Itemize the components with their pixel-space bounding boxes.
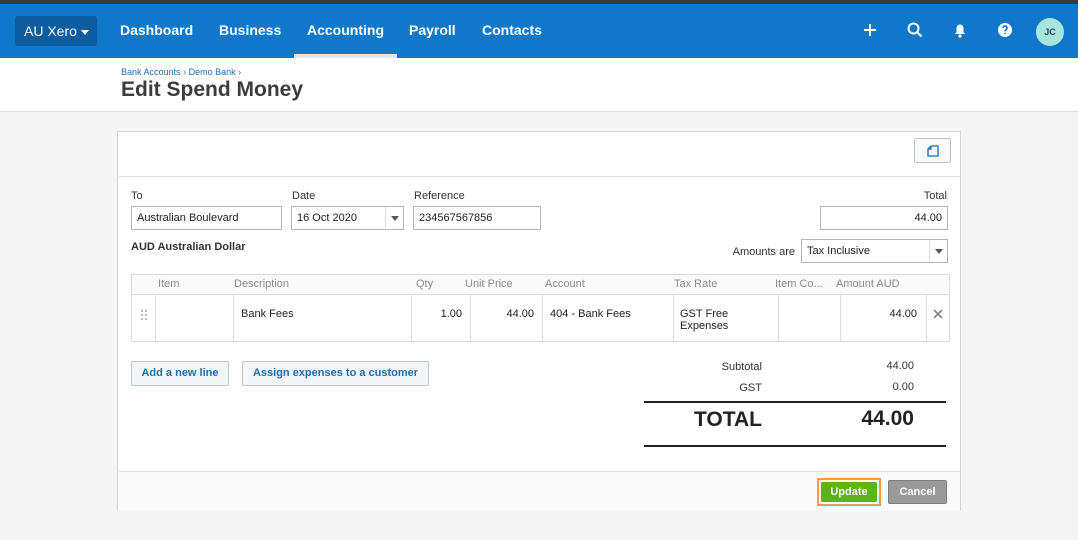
chevron-down-icon	[391, 216, 399, 221]
breadcrumb-separator: ›	[183, 67, 187, 77]
currency-label: AUD Australian Dollar	[131, 241, 246, 253]
header-qty: Qty	[416, 278, 434, 290]
org-name: AU Xero	[24, 23, 77, 39]
cell-divider	[233, 295, 234, 341]
breadcrumb: Bank Accounts › Demo Bank ›	[121, 67, 241, 77]
tax-rate-line1: GST Free	[680, 308, 729, 320]
header-description: Description	[234, 278, 290, 290]
tax-rate-cell[interactable]: GST Free Expenses	[680, 308, 728, 332]
subtotal-value: 44.00	[886, 360, 914, 372]
search-icon[interactable]	[903, 18, 927, 42]
total-label: Total	[923, 190, 947, 202]
page-title: Edit Spend Money	[121, 78, 304, 101]
plus-icon[interactable]	[858, 18, 882, 42]
header-item-code: Item Co...	[775, 278, 823, 290]
amounts-are-dropdown-button[interactable]	[929, 240, 947, 262]
chevron-down-icon	[80, 29, 89, 35]
subtotal-label: Subtotal	[721, 361, 762, 373]
spend-money-panel: To Australian Boulevard Date 16 Oct 2020…	[117, 131, 961, 511]
gst-value: 0.00	[892, 381, 914, 393]
cell-divider	[926, 295, 927, 341]
tax-rate-line2: Expenses	[680, 320, 729, 332]
drag-handle-icon[interactable]	[140, 309, 148, 323]
delete-line-icon[interactable]	[933, 309, 943, 319]
header-account: Account	[545, 278, 585, 290]
nav-accounting[interactable]: Accounting	[294, 4, 397, 58]
totals-divider-bottom	[644, 445, 946, 447]
date-dropdown-button[interactable]	[385, 207, 403, 229]
breadcrumb-separator: ›	[238, 67, 242, 77]
update-button[interactable]: Update	[821, 482, 877, 502]
item-code-cell[interactable]	[779, 295, 840, 341]
total-field[interactable]: 44.00	[820, 206, 948, 230]
nav-dashboard[interactable]: Dashboard	[120, 4, 193, 58]
qty-cell[interactable]: 1.00	[412, 308, 462, 320]
item-cell[interactable]	[156, 295, 233, 341]
amounts-are-value: Tax Inclusive	[807, 245, 870, 257]
date-label: Date	[292, 190, 316, 202]
grand-total-value: 44.00	[861, 407, 914, 430]
totals-divider-top	[644, 401, 946, 403]
nav-business[interactable]: Business	[219, 4, 281, 58]
to-label: To	[131, 190, 143, 202]
date-field[interactable]: 16 Oct 2020	[291, 206, 404, 230]
header-unit-price: Unit Price	[465, 278, 513, 290]
date-value: 16 Oct 2020	[297, 212, 357, 224]
bell-icon[interactable]	[948, 18, 972, 42]
header-tax-rate: Tax Rate	[674, 278, 718, 290]
cell-divider	[542, 295, 543, 341]
cancel-button[interactable]: Cancel	[888, 480, 947, 504]
grand-total-label: TOTAL	[693, 408, 762, 431]
reference-label: Reference	[414, 190, 465, 202]
description-cell[interactable]: Bank Fees	[241, 308, 294, 320]
to-field[interactable]: Australian Boulevard	[131, 206, 282, 230]
nav-contacts[interactable]: Contacts	[482, 4, 542, 58]
line-items-header: Item Description Qty Unit Price Account …	[131, 274, 950, 295]
table-row: Bank Fees 1.00 44.00 404 - Bank Fees GST…	[131, 295, 950, 342]
avatar[interactable]: JC	[1036, 18, 1064, 46]
gst-label: GST	[739, 382, 762, 394]
assign-expenses-button[interactable]: Assign expenses to a customer	[242, 361, 429, 386]
panel-footer: Update Cancel	[118, 471, 960, 511]
account-cell[interactable]: 404 - Bank Fees	[550, 308, 631, 320]
page-header: Bank Accounts › Demo Bank › Edit Spend M…	[0, 58, 1078, 112]
org-switcher[interactable]: AU Xero	[15, 16, 97, 46]
amounts-are-label: Amounts are	[732, 246, 795, 258]
nav-payroll[interactable]: Payroll	[409, 4, 456, 58]
copy-icon	[927, 145, 939, 157]
amount-cell[interactable]: 44.00	[841, 308, 917, 320]
breadcrumb-bank-accounts[interactable]: Bank Accounts	[121, 67, 181, 77]
unit-price-cell[interactable]: 44.00	[471, 308, 534, 320]
panel-toolbar	[118, 132, 960, 177]
header-amount: Amount AUD	[836, 278, 900, 290]
add-new-line-button[interactable]: Add a new line	[131, 361, 229, 386]
header-item: Item	[158, 278, 180, 290]
cell-divider	[673, 295, 674, 341]
top-nav: AU Xero Dashboard Business Accounting Pa…	[0, 4, 1078, 58]
copy-button[interactable]	[914, 138, 951, 163]
reference-field[interactable]: 234567567856	[413, 206, 541, 230]
help-icon[interactable]	[993, 18, 1017, 42]
update-button-highlight: Update	[817, 478, 881, 506]
amounts-are-select[interactable]: Tax Inclusive	[801, 239, 948, 263]
chevron-down-icon	[935, 249, 943, 254]
breadcrumb-demo-bank[interactable]: Demo Bank	[189, 67, 236, 77]
